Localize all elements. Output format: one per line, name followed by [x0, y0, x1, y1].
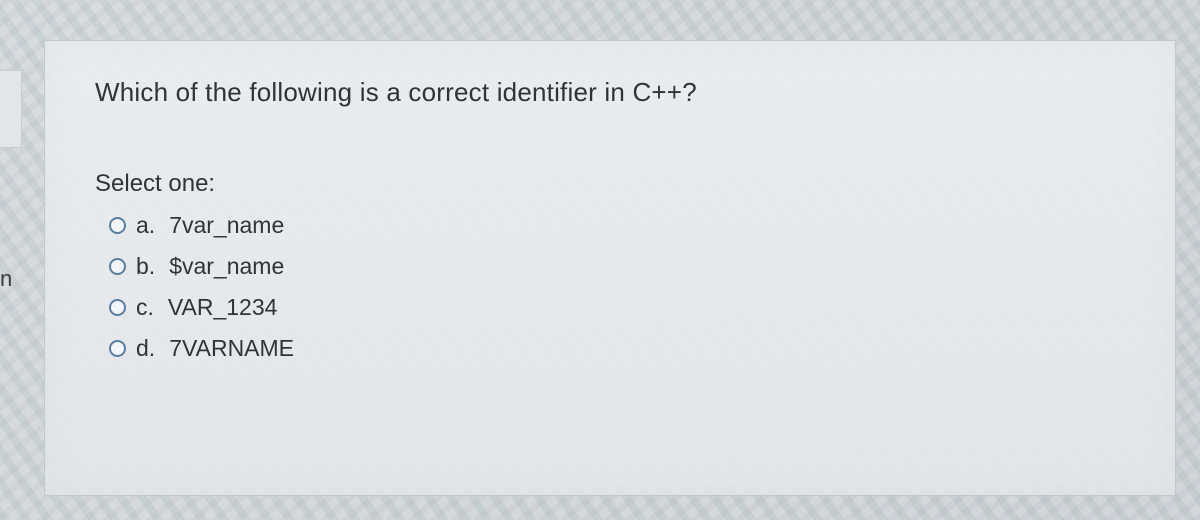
option-letter: b.: [136, 253, 155, 280]
option-b[interactable]: b. $var_name: [109, 253, 1125, 280]
options-list: a. 7var_name b. $var_name c. VAR_1234 d.…: [109, 212, 1125, 362]
radio-icon[interactable]: [109, 258, 126, 275]
option-c[interactable]: c. VAR_1234: [109, 294, 1125, 321]
sidebar-cut-letter: n: [0, 266, 12, 292]
option-text: $var_name: [169, 253, 284, 280]
option-d[interactable]: d. 7VARNAME: [109, 335, 1125, 362]
option-text: VAR_1234: [168, 294, 278, 321]
option-text: 7VARNAME: [169, 335, 294, 362]
sidebar-block: [0, 70, 22, 148]
radio-icon[interactable]: [109, 299, 126, 316]
option-letter: d.: [136, 335, 155, 362]
option-letter: c.: [136, 294, 154, 321]
option-a[interactable]: a. 7var_name: [109, 212, 1125, 239]
option-text: 7var_name: [169, 212, 284, 239]
radio-icon[interactable]: [109, 340, 126, 357]
question-card: Which of the following is a correct iden…: [44, 40, 1176, 496]
option-letter: a.: [136, 212, 155, 239]
question-text: Which of the following is a correct iden…: [95, 77, 1125, 108]
radio-icon[interactable]: [109, 217, 126, 234]
select-one-label: Select one:: [95, 170, 1125, 198]
